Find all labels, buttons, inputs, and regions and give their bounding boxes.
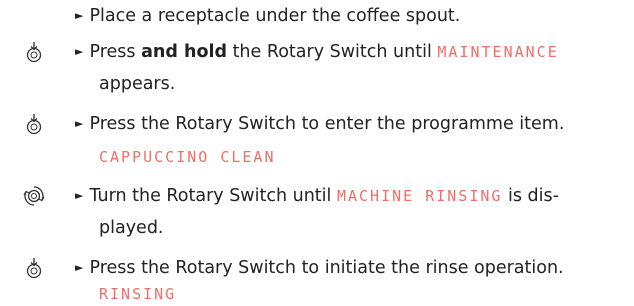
- step-5-line: ► Press the Rotary Switch to initiate the…: [75, 256, 564, 280]
- step-1-line: ► Place a receptacle under the coffee spo…: [75, 4, 460, 28]
- press-switch-icon: [22, 112, 46, 136]
- step-4-continuation: played.: [99, 218, 164, 238]
- bullet-arrow: ►: [75, 45, 84, 58]
- step-2-continuation: appears.: [99, 74, 176, 94]
- rotate-switch-icon: [22, 184, 46, 208]
- display-text-rinsing: RINSING: [99, 285, 177, 303]
- step-2-text-a: Press: [89, 42, 142, 62]
- step-4-line: ► Turn the Rotary Switch until MACHINE RI…: [75, 184, 559, 208]
- step-1-text: Place a receptacle under the coffee spou…: [89, 6, 461, 26]
- step-4-text-a: Turn the Rotary Switch until: [89, 186, 337, 206]
- bullet-arrow: ►: [75, 261, 84, 274]
- step-2-line: ► Press and hold the Rotary Switch until …: [75, 40, 559, 64]
- bullet-arrow: ►: [75, 117, 84, 130]
- bullet-arrow: ►: [75, 9, 84, 22]
- step-2-text-bold: and hold: [141, 42, 227, 62]
- display-text-cappuccino-clean: CAPPUCCINO CLEAN: [99, 148, 276, 166]
- step-3-line: ► Press the Rotary Switch to enter the pr…: [75, 112, 564, 136]
- display-text-machine-rinsing: MACHINE RINSING: [336, 187, 503, 205]
- bullet-arrow: ►: [75, 189, 84, 202]
- step-2-text-b: the Rotary Switch until: [227, 42, 438, 62]
- press-switch-icon: [22, 40, 46, 64]
- step-3-text: Press the Rotary Switch to enter the pro…: [89, 114, 565, 134]
- press-switch-icon: [22, 256, 46, 280]
- step-5-text: Press the Rotary Switch to initiate the …: [89, 258, 564, 278]
- display-text-maintenance: MAINTENANCE: [437, 43, 559, 61]
- step-4-text-b: is dis-: [502, 186, 559, 206]
